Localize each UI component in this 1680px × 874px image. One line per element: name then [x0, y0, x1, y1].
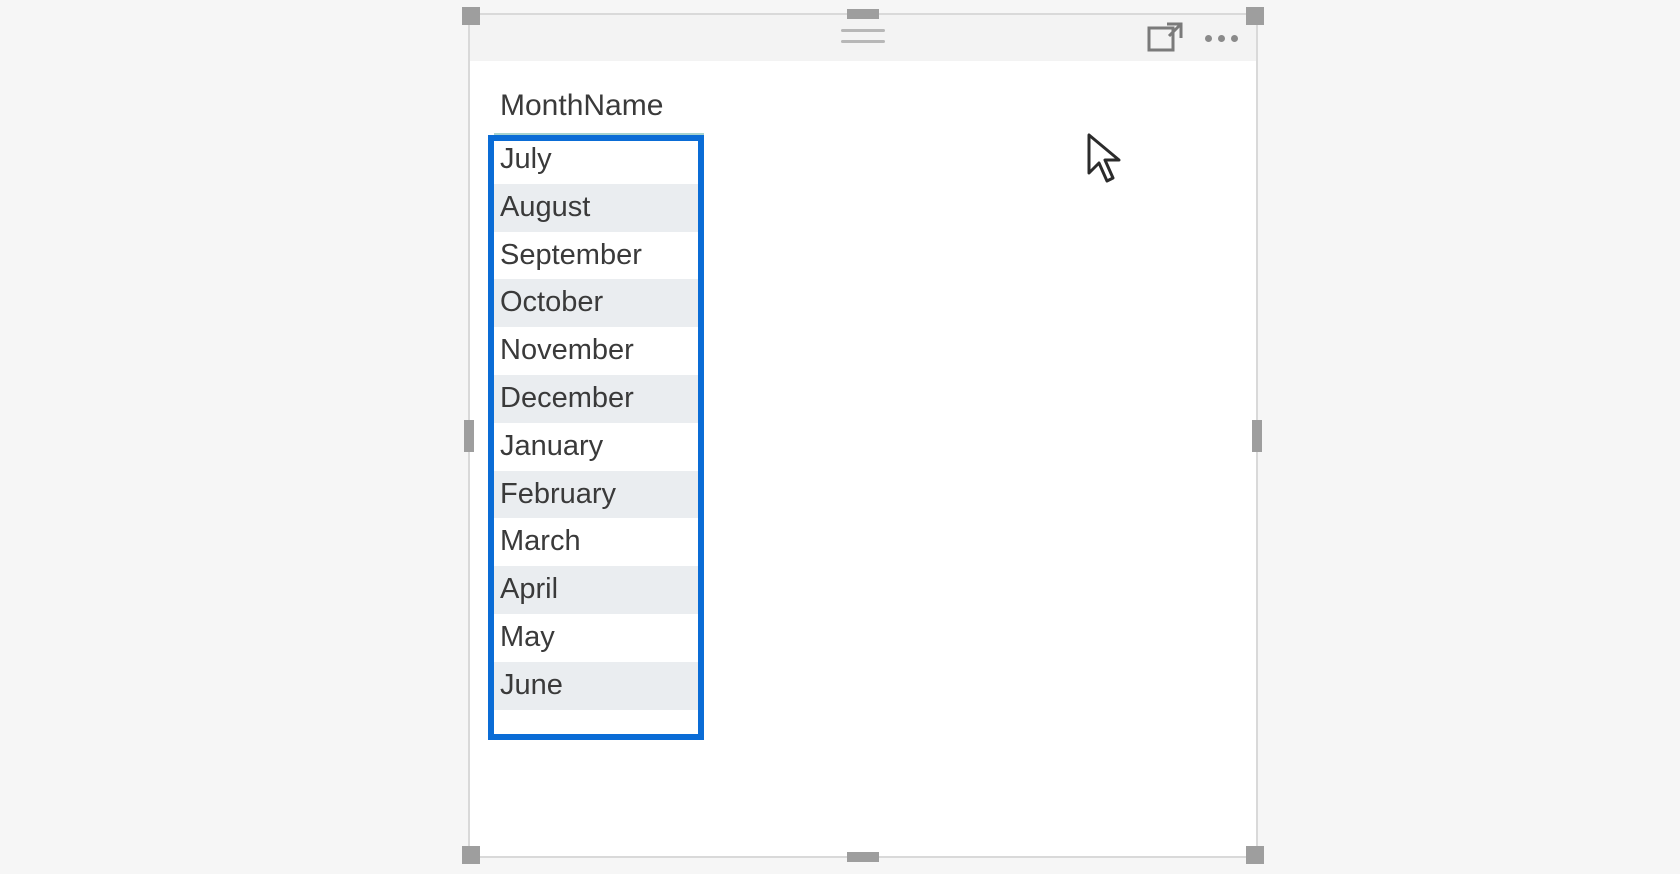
table-row[interactable]: February — [494, 471, 704, 519]
table-row[interactable]: April — [494, 566, 704, 614]
resize-handle-br[interactable] — [1246, 846, 1264, 864]
table-row[interactable]: October — [494, 279, 704, 327]
table-row[interactable]: December — [494, 375, 704, 423]
resize-handle-bc[interactable] — [847, 852, 879, 862]
cursor-icon — [1085, 133, 1125, 190]
table-row[interactable]: May — [494, 614, 704, 662]
column-header-monthname[interactable]: MonthName — [494, 85, 704, 136]
more-options-icon[interactable] — [1205, 35, 1238, 42]
table-row[interactable]: August — [494, 184, 704, 232]
resize-handle-tc[interactable] — [847, 9, 879, 19]
table-visual[interactable]: MonthName July August September October … — [468, 13, 1258, 858]
resize-handle-bl[interactable] — [462, 846, 480, 864]
table-row[interactable]: September — [494, 232, 704, 280]
table-row[interactable]: July — [494, 136, 704, 184]
resize-handle-ml[interactable] — [464, 420, 474, 452]
table-row[interactable]: January — [494, 423, 704, 471]
resize-handle-mr[interactable] — [1252, 420, 1262, 452]
table-row[interactable]: November — [494, 327, 704, 375]
month-table[interactable]: MonthName July August September October … — [494, 85, 704, 710]
table-body: July August September October November D… — [494, 136, 704, 710]
drag-handle-icon[interactable] — [841, 29, 885, 43]
resize-handle-tl[interactable] — [462, 7, 480, 25]
resize-handle-tr[interactable] — [1246, 7, 1264, 25]
scroll-thumb[interactable] — [488, 437, 494, 465]
focus-mode-icon[interactable] — [1147, 22, 1183, 54]
table-row[interactable]: June — [494, 662, 704, 710]
visual-header — [470, 15, 1256, 61]
table-row[interactable]: March — [494, 518, 704, 566]
